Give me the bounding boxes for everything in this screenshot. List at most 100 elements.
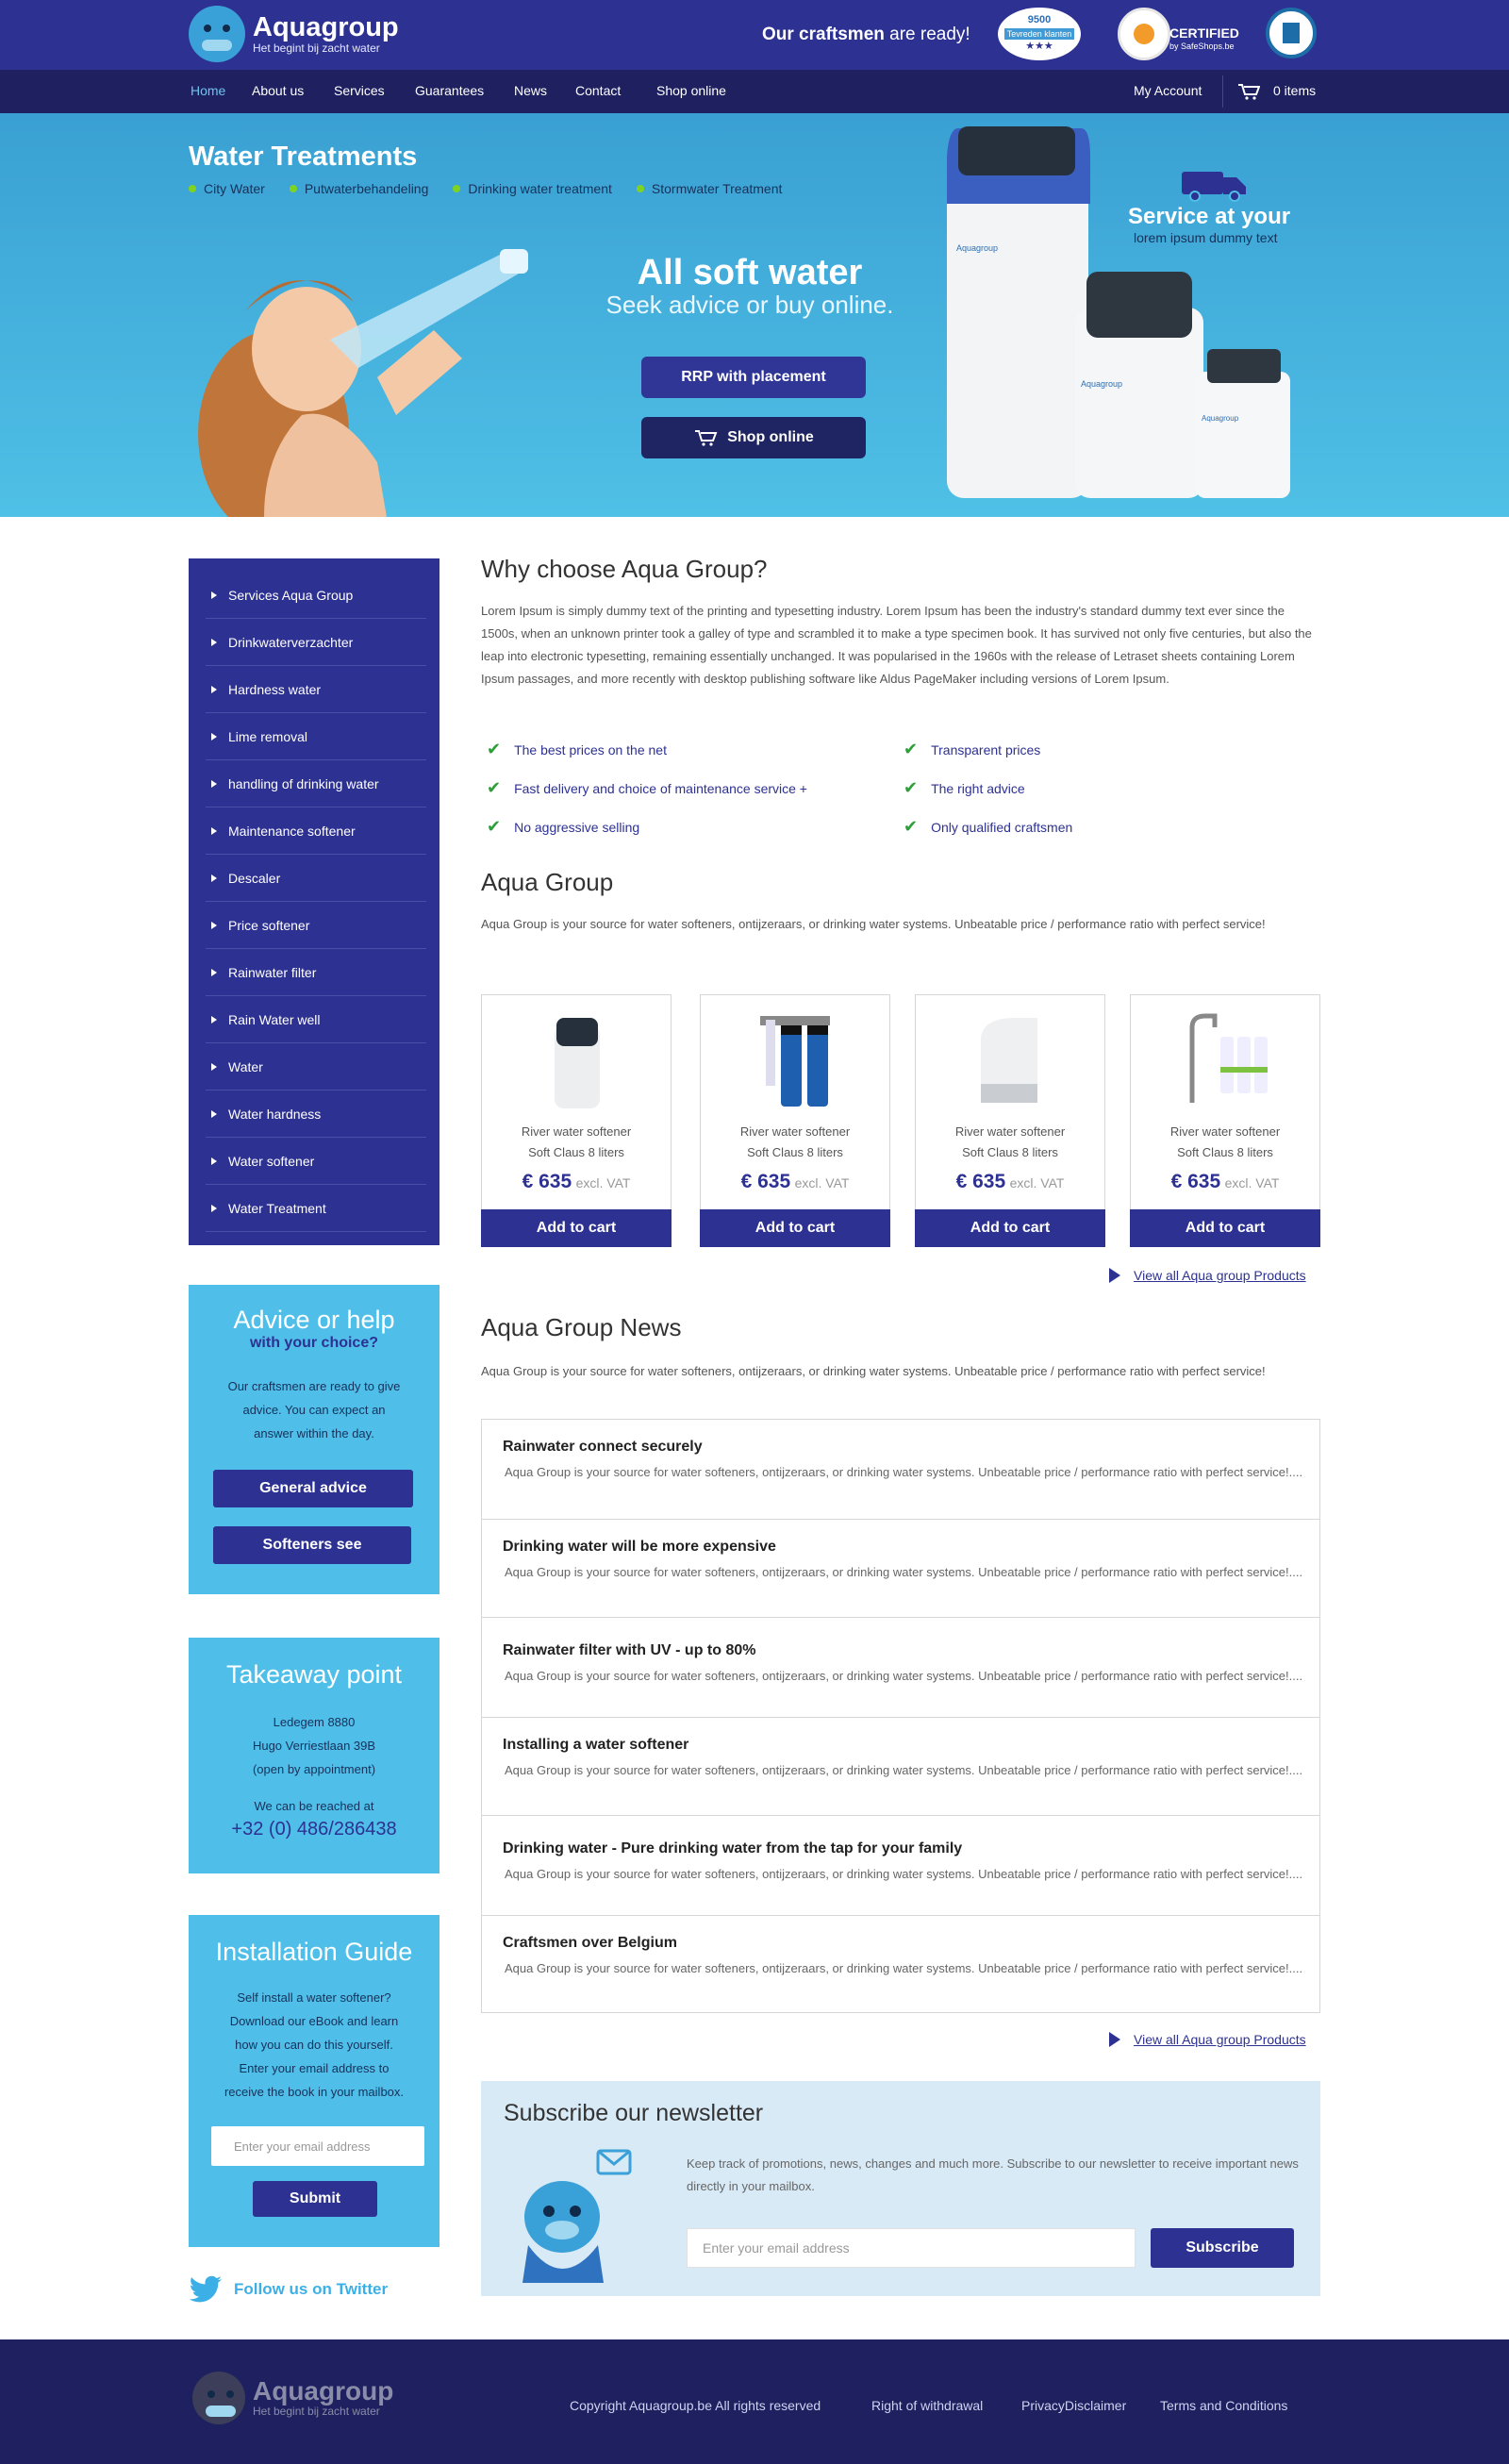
nav-shop[interactable]: Shop online xyxy=(656,83,726,98)
shop-online-button[interactable]: Shop online xyxy=(641,417,866,458)
sidebar-item-rain-well[interactable]: Rain Water well xyxy=(206,996,426,1043)
hero-title: Water Treatments xyxy=(189,142,418,172)
sidebar-item-hardness[interactable]: Hardness water xyxy=(206,666,426,713)
nav-about[interactable]: About us xyxy=(252,83,304,98)
product-card[interactable]: River water softener Soft Claus 8 liters … xyxy=(1130,994,1320,1247)
sidebar-item-handling[interactable]: handling of drinking water xyxy=(206,760,426,807)
news-item-title[interactable]: Rainwater filter with UV - up to 80% xyxy=(503,1642,755,1659)
news-item[interactable]: Rainwater filter with UV - up to 80% Aqu… xyxy=(482,1618,1319,1718)
footer-withdrawal-link[interactable]: Right of withdrawal xyxy=(871,2398,983,2413)
nav-services[interactable]: Services xyxy=(334,83,385,98)
view-all-products-link[interactable]: View all Aqua group Products xyxy=(1109,1268,1306,1283)
customers-badge: 9500 Tevreden klanten ★★★ xyxy=(998,8,1081,60)
nav-contact[interactable]: Contact xyxy=(575,83,621,98)
newsletter-email-input[interactable]: Enter your email address xyxy=(687,2228,1136,2268)
logo[interactable]: Aquagroup Het begint bij zacht water xyxy=(189,6,399,62)
product-sub: Soft Claus 8 liters xyxy=(1177,1145,1273,1159)
hero-headline: All soft water xyxy=(637,253,863,292)
takeaway-hours: (open by appointment) xyxy=(252,1762,376,1776)
hero-cat-drinking[interactable]: Drinking water treatment xyxy=(453,181,612,196)
cart-icon xyxy=(695,430,718,446)
news-item-title[interactable]: Rainwater connect securely xyxy=(503,1439,703,1456)
sidebar-item-water-hardness[interactable]: Water hardness xyxy=(206,1090,426,1138)
sidebar-item-services[interactable]: Services Aqua Group xyxy=(206,572,426,619)
sidebar-item-drinkwater[interactable]: Drinkwaterverzachter xyxy=(206,619,426,666)
news-item-title[interactable]: Installing a water softener xyxy=(503,1737,688,1754)
hero-cat-well[interactable]: Putwaterbehandeling xyxy=(290,181,429,196)
hero-categories: City Water Putwaterbehandeling Drinking … xyxy=(189,181,806,196)
why-title: Why choose Aqua Group? xyxy=(481,555,768,583)
product-card[interactable]: River water softener Soft Claus 8 liters … xyxy=(481,994,672,1247)
sidebar-item-water-softener[interactable]: Water softener xyxy=(206,1138,426,1185)
footer-tagline: Het begint bij zacht water xyxy=(253,2405,380,2418)
footer-privacy-link[interactable]: PrivacyDisclaimer xyxy=(1021,2398,1126,2413)
news-item[interactable]: Drinking water will be more expensive Aq… xyxy=(482,1520,1319,1618)
sidebar-item-descaler[interactable]: Descaler xyxy=(206,855,426,902)
softeners-see-button[interactable]: Softeners see xyxy=(213,1526,411,1564)
nav-divider xyxy=(1222,75,1223,108)
product-vat: excl. VAT xyxy=(1224,1175,1280,1190)
subscribe-button[interactable]: Subscribe xyxy=(1151,2228,1294,2268)
news-item[interactable]: Installing a water softener Aqua Group i… xyxy=(482,1718,1319,1816)
add-to-cart-button[interactable]: Add to cart xyxy=(1130,1209,1320,1247)
product-price: € 635 xyxy=(740,1171,791,1192)
news-item[interactable]: Rainwater connect securely Aqua Group is… xyxy=(482,1420,1319,1520)
product-card[interactable]: River water softener Soft Claus 8 liters … xyxy=(700,994,890,1247)
sidebar-item-price[interactable]: Price softener xyxy=(206,902,426,949)
product-name: River water softener xyxy=(954,1124,1066,1139)
cart-icon[interactable] xyxy=(1237,83,1260,100)
product-sub: Soft Claus 8 liters xyxy=(528,1145,624,1159)
takeaway-city: Ledegem 8880 xyxy=(273,1715,356,1729)
cabinet-softener-product-image xyxy=(981,1018,1037,1103)
svg-text:Aquagroup: Aquagroup xyxy=(956,243,998,253)
product-vat: excl. VAT xyxy=(794,1175,850,1190)
cart-count[interactable]: 0 items xyxy=(1273,83,1316,98)
news-item-desc: Aqua Group is your source for water soft… xyxy=(505,1961,1303,1975)
add-to-cart-button[interactable]: Add to cart xyxy=(481,1209,672,1247)
craftsmen-ready: Our craftsmen are ready! xyxy=(762,25,970,44)
sidebar-item-water-treatment[interactable]: Water Treatment xyxy=(206,1185,426,1232)
nav-home[interactable]: Home xyxy=(191,83,225,98)
seal-mascot-mail-icon xyxy=(522,2149,632,2283)
general-advice-button[interactable]: General advice xyxy=(213,1470,413,1507)
news-list: Rainwater connect securely Aqua Group is… xyxy=(481,1419,1320,2013)
footer-terms-link[interactable]: Terms and Conditions xyxy=(1160,2398,1287,2413)
news-item-title[interactable]: Craftsmen over Belgium xyxy=(503,1935,677,1952)
guide-text: Self install a water softener? Download … xyxy=(224,1990,405,2099)
product-name: River water softener xyxy=(1169,1124,1281,1139)
seal-mascot-icon xyxy=(189,6,245,62)
add-to-cart-button[interactable]: Add to cart xyxy=(915,1209,1105,1247)
sidebar-item-rainwater-filter[interactable]: Rainwater filter xyxy=(206,949,426,996)
takeaway-phone[interactable]: +32 (0) 486/286438 xyxy=(189,1818,439,1841)
view-all-news-link[interactable]: View all Aqua group Products xyxy=(1109,2032,1306,2047)
delivery-truck-icon xyxy=(1182,172,1246,202)
sidebar-item-maintenance[interactable]: Maintenance softener xyxy=(206,807,426,855)
aqua-group-title: Aqua Group xyxy=(481,868,614,896)
newsletter-text: Keep track of promotions, news, changes … xyxy=(687,2156,1299,2193)
product-price: € 635 xyxy=(1170,1171,1221,1192)
hero-cat-city[interactable]: City Water xyxy=(189,181,265,196)
news-item[interactable]: Drinking water - Pure drinking water fro… xyxy=(482,1816,1319,1916)
my-account-link[interactable]: My Account xyxy=(1134,83,1202,98)
rrp-button[interactable]: RRP with placement xyxy=(641,357,866,398)
guide-submit-button[interactable]: Submit xyxy=(253,2181,377,2217)
news-item-title[interactable]: Drinking water - Pure drinking water fro… xyxy=(503,1840,962,1857)
twitter-follow[interactable]: Follow us on Twitter xyxy=(189,2275,388,2304)
takeaway-street: Hugo Verriestlaan 39B xyxy=(252,1739,376,1753)
news-item-desc: Aqua Group is your source for water soft… xyxy=(505,1669,1303,1683)
product-card[interactable]: River water softener Soft Claus 8 liters … xyxy=(915,994,1105,1247)
add-to-cart-button[interactable]: Add to cart xyxy=(700,1209,890,1247)
nav-guarantees[interactable]: Guarantees xyxy=(415,83,484,98)
news-item[interactable]: Craftsmen over Belgium Aqua Group is you… xyxy=(482,1916,1319,2014)
sidebar-item-lime[interactable]: Lime removal xyxy=(206,713,426,760)
guide-email-input[interactable]: Enter your email address xyxy=(211,2126,424,2166)
nav-news[interactable]: News xyxy=(514,83,547,98)
footer-logo[interactable]: Aquagroup Het begint bij zacht water xyxy=(192,2372,393,2424)
service-subtitle: lorem ipsum dummy text xyxy=(1134,230,1278,245)
advice-title: Advice or help xyxy=(233,1306,395,1334)
hero-cat-storm[interactable]: Stormwater Treatment xyxy=(637,181,783,196)
news-item-title[interactable]: Drinking water will be more expensive xyxy=(503,1539,776,1556)
news-item-desc: Aqua Group is your source for water soft… xyxy=(505,1867,1303,1881)
sidebar-item-water[interactable]: Water xyxy=(206,1043,426,1090)
check-right-advice: The right advice xyxy=(904,778,1025,798)
